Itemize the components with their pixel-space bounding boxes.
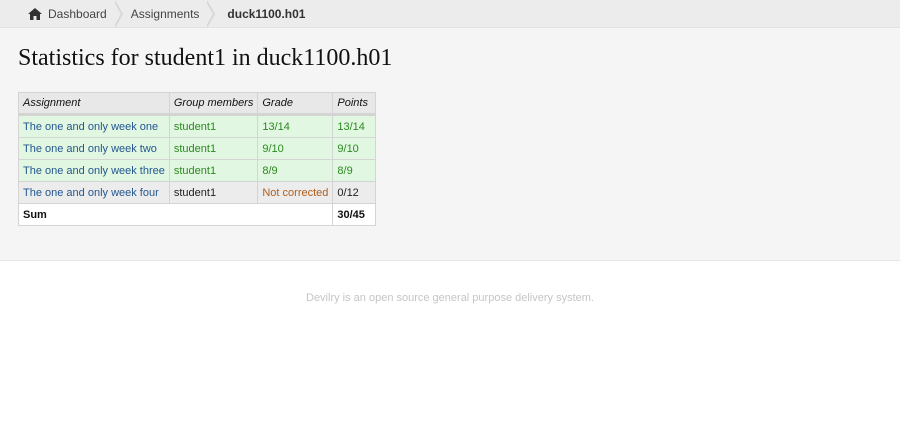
cell-grade: 8/9 [257, 159, 334, 182]
page-title: Statistics for student1 in duck1100.h01 [18, 45, 393, 71]
header-assignment: Assignment [18, 92, 170, 116]
table-row: The one and only week four student1 Not … [18, 181, 377, 204]
cell-group-members: student1 [168, 114, 259, 138]
assignment-link[interactable]: The one and only week one [23, 121, 158, 133]
breadcrumb-assignments-label: Assignments [130, 6, 200, 21]
cell-group-members: student1 [168, 159, 259, 182]
cell-grade: Not corrected [257, 181, 334, 204]
header-grade: Grade [257, 92, 334, 116]
cell-points: 0/12 [332, 181, 377, 204]
cell-points: 9/10 [332, 137, 377, 160]
table-row: The one and only week one student1 13/14… [18, 114, 377, 138]
sum-label: Sum [17, 203, 334, 226]
cell-points: 13/14 [332, 114, 377, 138]
sum-row: Sum 30/45 [17, 203, 377, 226]
breadcrumb-current: duck1100.h01 [213, 0, 319, 27]
table-row: The one and only week two student1 9/10 … [18, 137, 377, 160]
table-row: The one and only week three student1 8/9… [18, 159, 377, 182]
breadcrumb-assignments[interactable]: Assignments [121, 0, 216, 28]
assignment-link[interactable]: The one and only week two [23, 143, 157, 155]
breadcrumb: Dashboard Assignments duck1100.h01 [0, 0, 900, 28]
cell-assignment: The one and only week one [18, 114, 170, 138]
header-points: Points [332, 92, 377, 116]
breadcrumb-current-label: duck1100.h01 [227, 6, 306, 21]
cell-assignment: The one and only week three [18, 159, 170, 182]
statistics-table: Assignment Group members Grade Points Th… [17, 92, 377, 226]
breadcrumb-dashboard[interactable]: Dashboard [18, 0, 123, 28]
main-content: Statistics for student1 in duck1100.h01 … [0, 28, 900, 261]
sum-points: 30/45 [332, 203, 377, 226]
cell-grade: 9/10 [257, 137, 334, 160]
cell-assignment: The one and only week two [18, 137, 170, 160]
footer-text: Devilry is an open source general purpos… [306, 292, 594, 304]
header-group-members: Group members [168, 92, 259, 116]
home-icon [28, 7, 42, 20]
cell-group-members: student1 [168, 137, 259, 160]
breadcrumb-dashboard-label: Dashboard [48, 6, 107, 21]
assignment-link[interactable]: The one and only week four [23, 187, 159, 199]
table-header-row: Assignment Group members Grade Points [18, 92, 377, 116]
cell-points: 8/9 [332, 159, 377, 182]
assignment-link[interactable]: The one and only week three [23, 165, 165, 177]
cell-group-members: student1 [168, 181, 259, 204]
cell-assignment: The one and only week four [18, 181, 170, 204]
cell-grade: 13/14 [257, 114, 334, 138]
